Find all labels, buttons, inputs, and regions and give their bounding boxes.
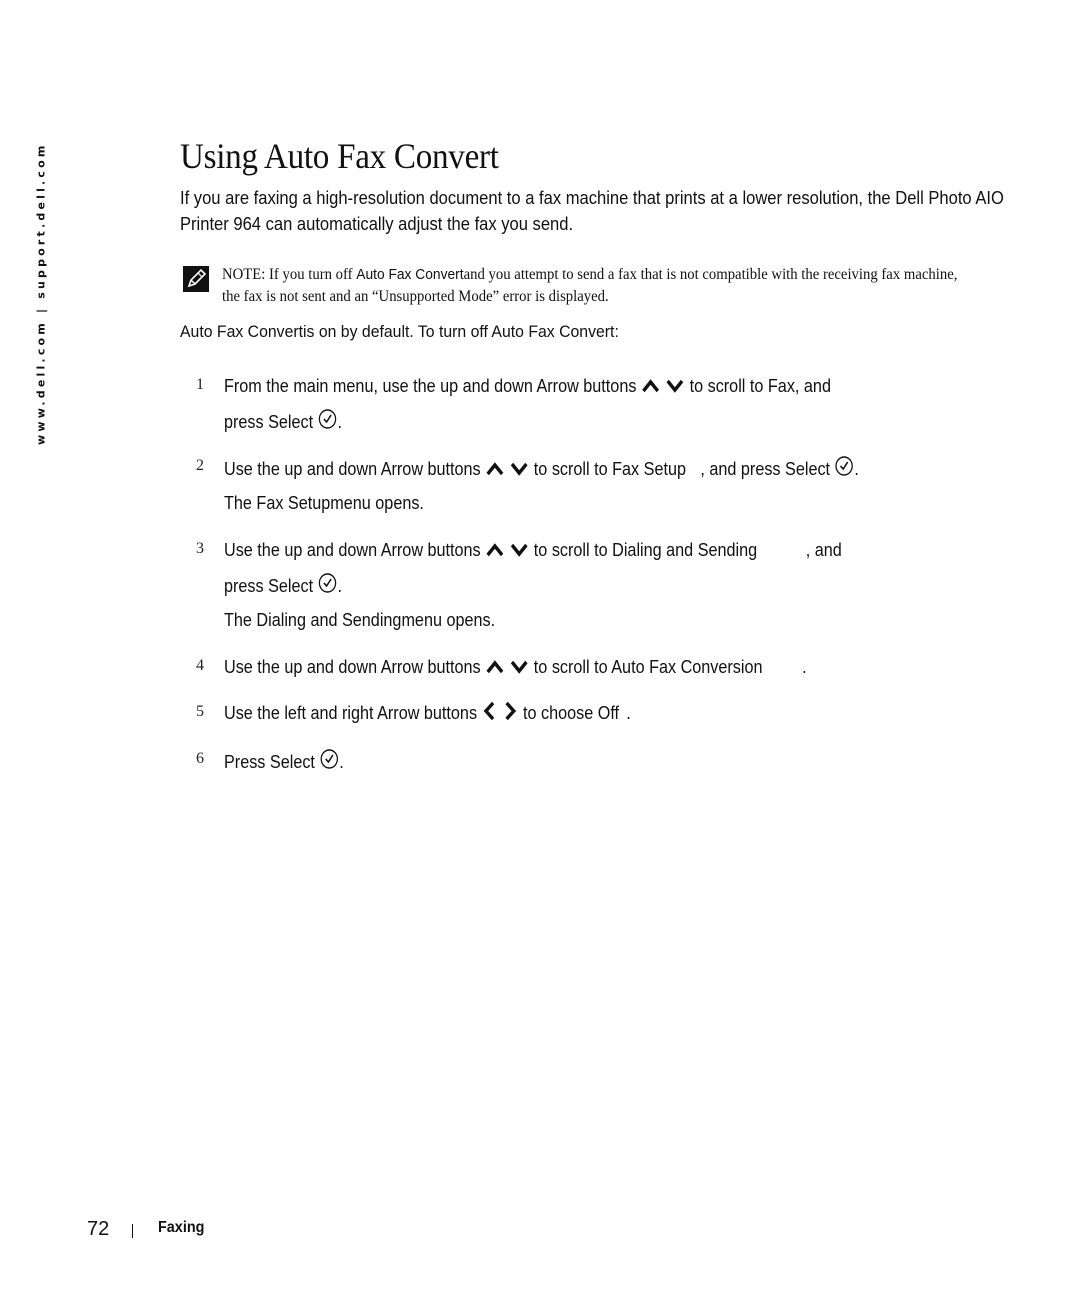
ui-term: Off — [597, 703, 620, 723]
step-number: 5 — [196, 703, 204, 720]
step-text: , and — [805, 540, 842, 560]
ui-term: Dialing and Sending — [256, 610, 402, 630]
step-text: . — [626, 703, 631, 723]
statement-end: : — [614, 322, 619, 341]
step-text: menu opens. — [330, 493, 424, 513]
step-number: 4 — [196, 657, 204, 674]
step-text: The — [224, 493, 257, 513]
up-arrow-icon — [486, 543, 504, 557]
ui-term: Auto Fax Conversion — [611, 657, 763, 677]
down-arrow-icon — [510, 462, 528, 476]
step-number: 2 — [196, 457, 204, 474]
step-text: . — [337, 412, 342, 432]
select-check-icon — [318, 409, 337, 429]
step-text: to scroll to — [689, 376, 768, 396]
step-number: 6 — [196, 750, 204, 767]
ui-term: Auto Fax Convert — [491, 322, 615, 341]
step-text: Use the up and down Arrow buttons — [224, 657, 481, 677]
step-result: The Dialing and Sendingmenu opens. — [224, 608, 495, 632]
note-text: NOTE: If you turn off Auto Fax Convertan… — [222, 264, 976, 308]
page-number: 72 — [87, 1218, 110, 1240]
left-arrow-icon — [483, 701, 495, 721]
down-arrow-icon — [666, 379, 684, 393]
step-text: Press Select — [224, 752, 315, 772]
step-text: . — [337, 576, 342, 596]
step-line: Use the left and right Arrow buttons to … — [224, 701, 631, 725]
note-label: NOTE: — [222, 266, 266, 283]
footer-divider — [132, 1224, 133, 1238]
step-text: , and — [794, 376, 831, 396]
step-number: 3 — [196, 540, 204, 557]
step-text: to scroll to — [533, 540, 613, 560]
up-arrow-icon — [642, 379, 660, 393]
step-line: Use the up and down Arrow buttons to scr… — [224, 538, 842, 562]
step-line: press Select . — [224, 408, 342, 434]
step-line: From the main menu, use the up and down … — [224, 374, 831, 398]
step-text: From the main menu, use the up and down … — [224, 376, 637, 396]
step-text: . — [802, 657, 807, 677]
step-text: Use the up and down Arrow buttons — [224, 540, 481, 560]
ui-term: Fax Setup — [612, 459, 686, 479]
step-text: to scroll to — [533, 657, 612, 677]
step-text: Use the up and down Arrow buttons — [224, 459, 481, 479]
page-title: Using Auto Fax Convert — [180, 136, 499, 176]
up-arrow-icon — [486, 660, 504, 674]
step-text: to choose — [522, 703, 598, 723]
note-text-part: If you turn off — [265, 266, 357, 283]
step-text: to scroll to — [533, 459, 613, 479]
section-name: Faxing — [158, 1219, 205, 1236]
down-arrow-icon — [510, 660, 528, 674]
up-arrow-icon — [486, 462, 504, 476]
select-check-icon — [318, 573, 337, 593]
right-arrow-icon — [505, 701, 517, 721]
sidebar-url: www.dell.com | support.dell.com — [34, 142, 48, 445]
ui-term: Auto Fax Convert — [180, 322, 304, 341]
intro-paragraph: If you are faxing a high-resolution docu… — [180, 188, 1004, 234]
step-line: Use the up and down Arrow buttons to scr… — [224, 655, 807, 679]
step-line: press Select . — [224, 572, 342, 598]
note-term: Auto Fax Convert — [356, 266, 464, 283]
step-text: The — [224, 610, 257, 630]
step-text: . — [854, 459, 859, 479]
statement-text: is on by default. To turn off — [303, 322, 492, 341]
step-text: press Select — [224, 412, 314, 432]
down-arrow-icon — [510, 543, 528, 557]
pencil-note-icon — [183, 266, 209, 292]
select-check-icon — [320, 749, 339, 769]
step-text: , and press Select — [700, 459, 831, 479]
step-result: The Fax Setupmenu opens. — [224, 491, 424, 515]
step-text: menu opens. — [401, 610, 496, 630]
step-line: Use the up and down Arrow buttons to scr… — [224, 455, 859, 481]
ui-term: Dialing and Sending — [612, 540, 758, 560]
default-statement: Auto Fax Convertis on by default. To tur… — [180, 320, 924, 344]
ui-term: Fax — [767, 376, 795, 396]
step-line: Press Select . — [224, 748, 344, 774]
step-text: press Select — [224, 576, 314, 596]
select-check-icon — [835, 456, 854, 476]
step-text: Use the left and right Arrow buttons — [224, 703, 478, 723]
step-text: . — [339, 752, 344, 772]
ui-term: Fax Setup — [256, 493, 331, 513]
step-number: 1 — [196, 376, 204, 393]
